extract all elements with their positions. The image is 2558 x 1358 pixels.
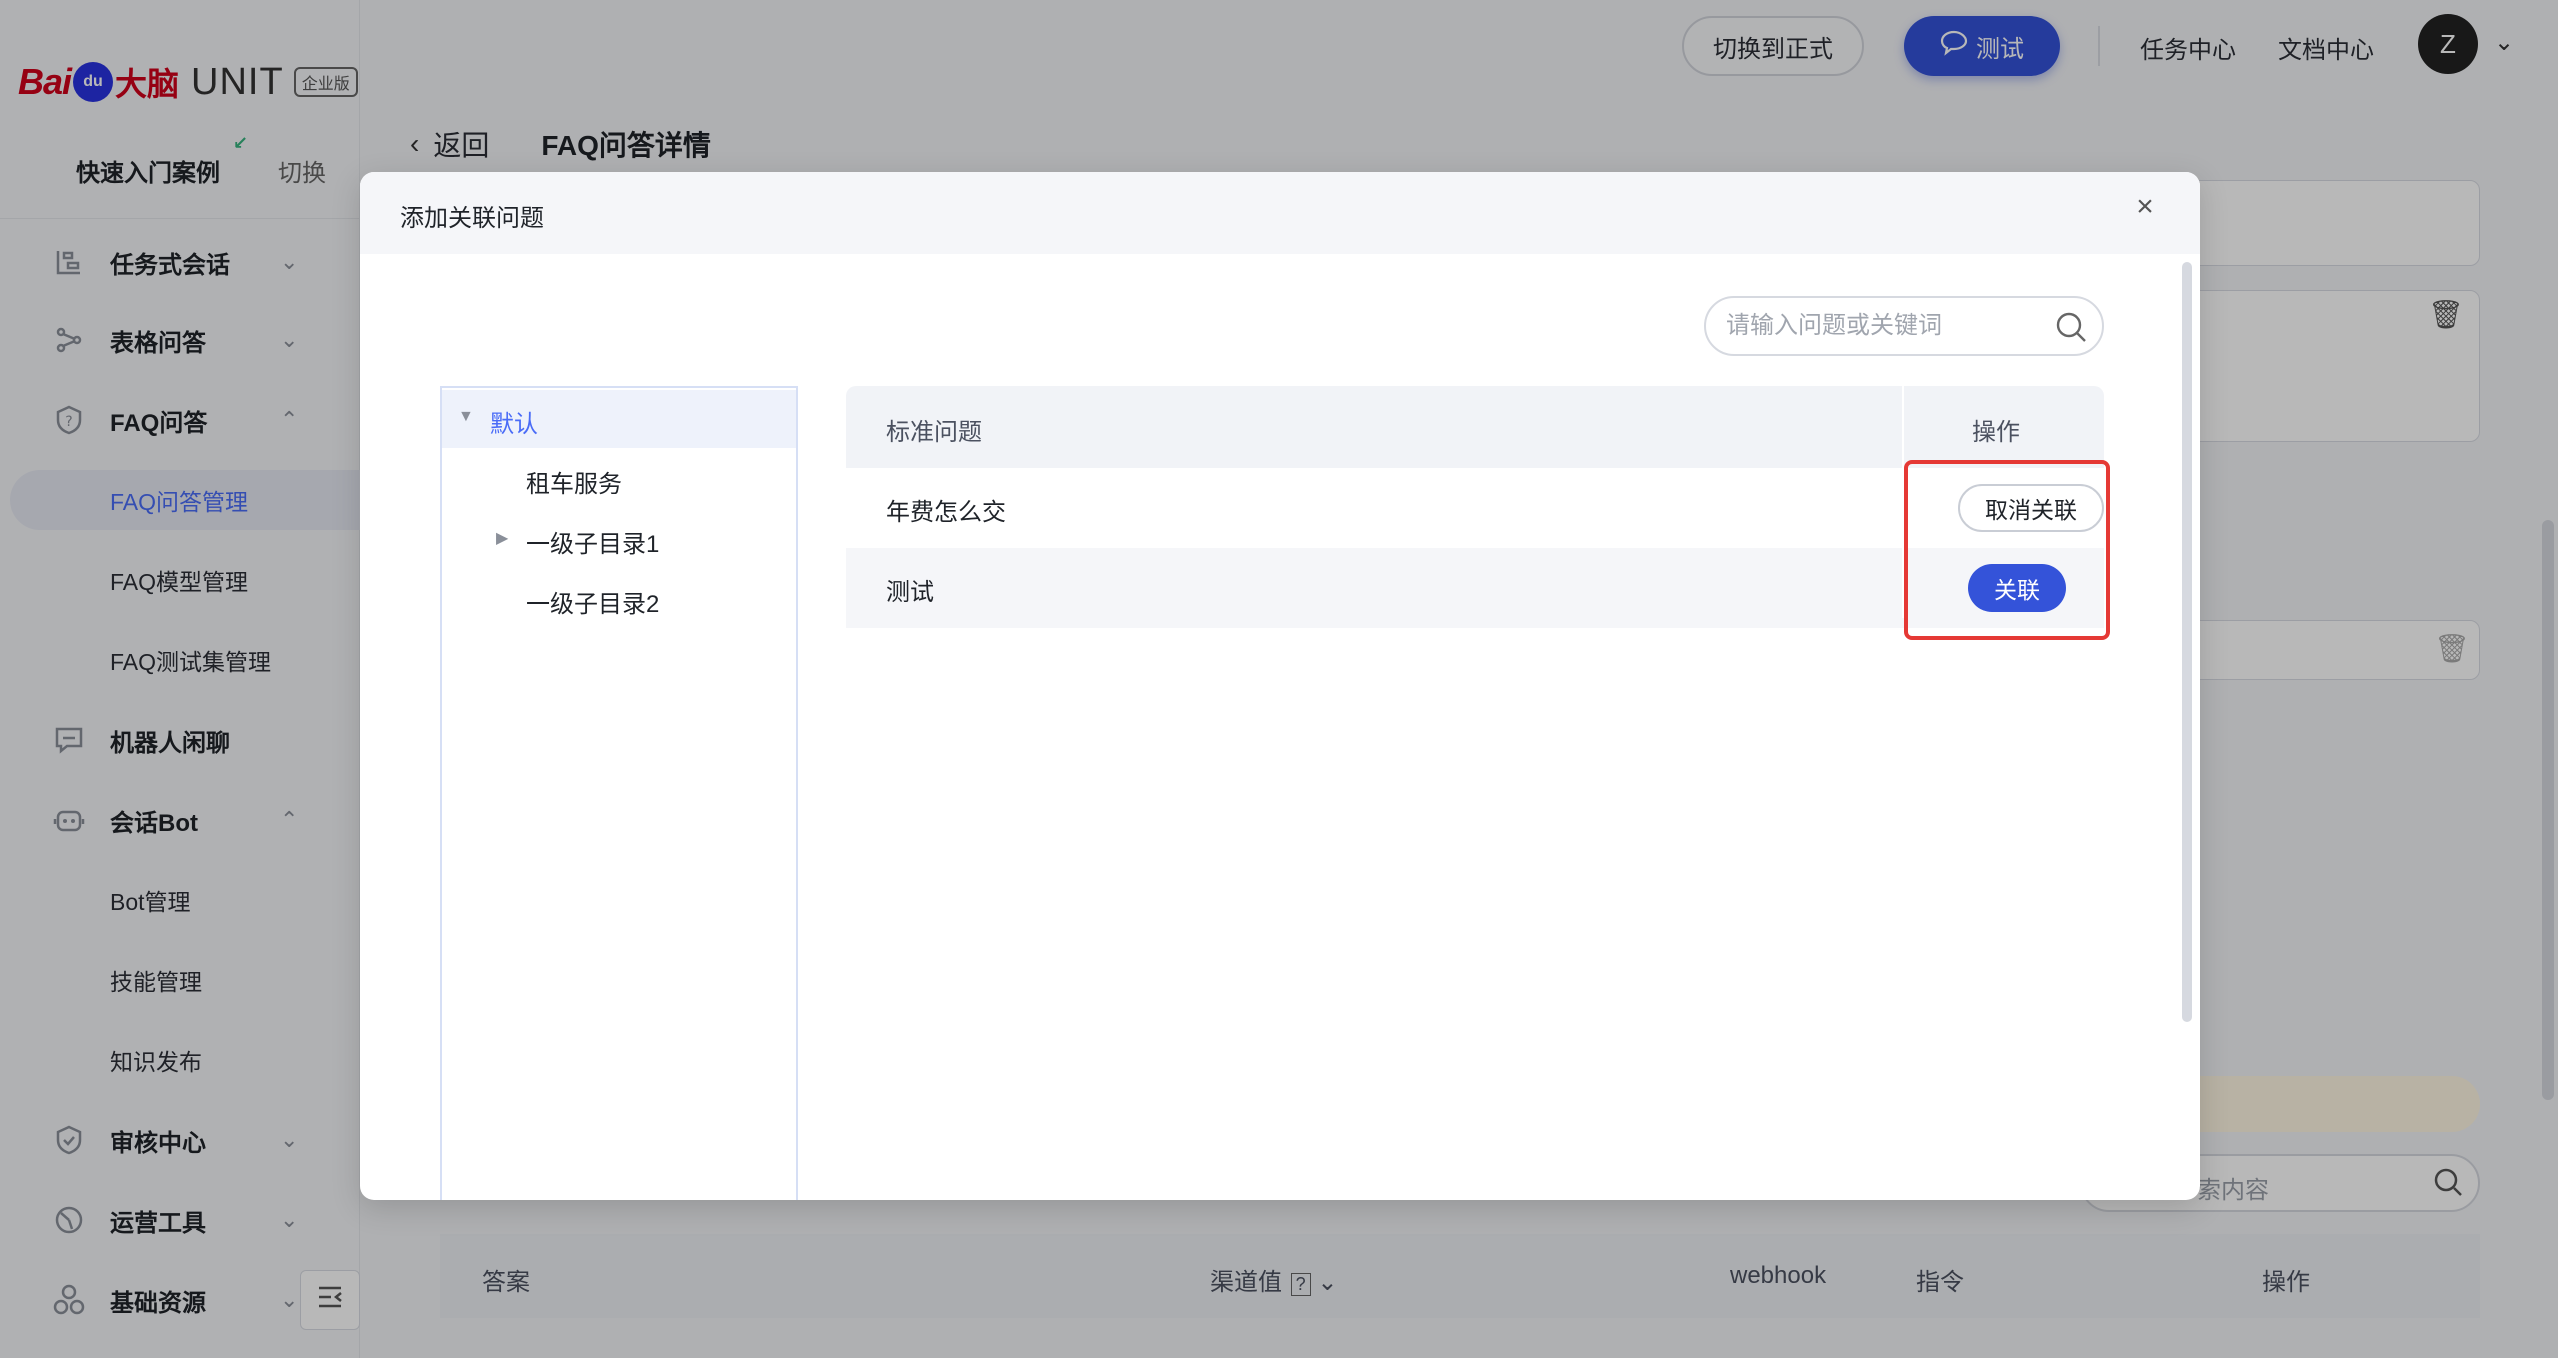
caret-right-icon[interactable]: ▶ [496,528,508,548]
dialog-header: 添加关联问题 × [360,172,2200,254]
tree-node-label: 租车服务 [526,471,622,498]
action-highlight-box [1904,460,2110,640]
tree-node-default[interactable]: ▼ 默认 [442,390,796,448]
question-cell: 年费怎么交 [886,499,1006,526]
tree-node-subdir-2[interactable]: 一级子目录2 [442,570,796,628]
question-search-box [1704,296,2104,356]
caret-down-icon[interactable]: ▼ [458,408,474,426]
th-standard-question: 标准问题 [886,419,982,446]
table-header: 标准问题 操作 [846,386,2104,468]
tree-node-label: 一级子目录1 [526,531,660,558]
tree-node-car-rental[interactable]: 租车服务 [442,450,796,508]
tree-node-label: 默认 [490,411,538,438]
tree-node-label: 一级子目录2 [526,591,660,618]
question-search-input[interactable] [1726,306,2046,346]
question-cell: 测试 [886,579,934,606]
dialog-title: 添加关联问题 [400,205,544,232]
th-action: 操作 [1972,419,2020,446]
search-icon[interactable] [2054,310,2088,344]
close-icon[interactable]: × [2130,192,2160,222]
tree-node-subdir-1[interactable]: ▶ 一级子目录1 [442,510,796,568]
dialog-scrollbar[interactable] [2182,262,2192,1022]
category-tree: ▼ 默认 租车服务 ▶ 一级子目录1 一级子目录2 [440,386,798,1200]
add-related-question-dialog: 添加关联问题 × ▼ 默认 租车服务 ▶ 一级子目录1 一级子目录2 标准问题 … [360,172,2200,1200]
